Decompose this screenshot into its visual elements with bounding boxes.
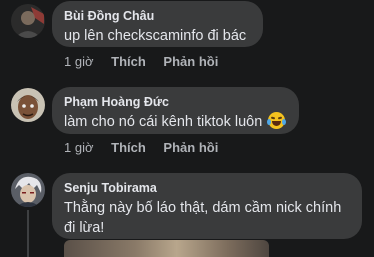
comment-author[interactable]: Phạm Hoàng Đức xyxy=(64,94,287,110)
comment-author[interactable]: Bùi Đồng Châu xyxy=(64,8,251,24)
comment-image[interactable] xyxy=(64,240,269,257)
comment-author[interactable]: Senju Tobirama xyxy=(64,180,350,196)
like-button[interactable]: Thích xyxy=(111,54,146,69)
comment-bubble: Phạm Hoàng Đức làm cho nó cái kênh tikto… xyxy=(52,87,299,134)
avatar[interactable] xyxy=(11,4,45,38)
comment-actions: 1 giờ Thích Phản hồi xyxy=(64,54,218,69)
like-button[interactable]: Thích xyxy=(111,140,146,155)
comment-bubble: Bùi Đồng Châu up lên checkscaminfo đi bá… xyxy=(52,1,263,47)
comment-bubble: Senju Tobirama Thằng này bố láo thật, dá… xyxy=(52,173,362,239)
avatar[interactable] xyxy=(11,88,45,122)
reply-button[interactable]: Phản hồi xyxy=(163,54,218,69)
reply-thread-line xyxy=(27,210,29,257)
comment-actions: 1 giờ Thích Phản hồi xyxy=(64,140,218,155)
comment-text: up lên checkscaminfo đi bác xyxy=(64,28,247,44)
comment-time[interactable]: 1 giờ xyxy=(64,54,94,69)
comment-text-row: làm cho nó cái kênh tiktok luôn xyxy=(64,112,287,132)
comment-time[interactable]: 1 giờ xyxy=(64,140,94,155)
comment-text: làm cho nó cái kênh tiktok luôn xyxy=(64,114,263,130)
comment-text: Thằng này bố láo thật, dám cầm nick chín… xyxy=(64,200,342,216)
avatar[interactable] xyxy=(11,173,45,207)
reply-button[interactable]: Phản hồi xyxy=(163,140,218,155)
comment-text: đi lừa! xyxy=(64,220,105,236)
laughing-tears-emoji-icon xyxy=(267,112,287,129)
